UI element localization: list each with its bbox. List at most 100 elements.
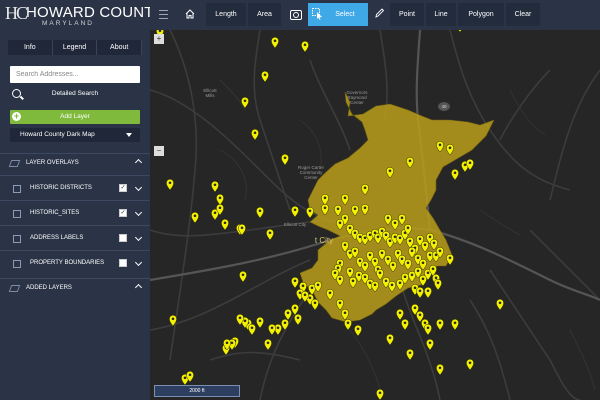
layer-checkbox[interactable]: ✓ (119, 184, 127, 192)
historic-site-marker[interactable] (451, 318, 459, 331)
historic-site-marker[interactable] (496, 298, 504, 311)
historic-site-marker[interactable] (268, 323, 276, 336)
map-label-town: t City (314, 236, 334, 245)
map-icon (13, 235, 21, 243)
historic-site-marker[interactable] (291, 205, 299, 218)
chevron-down-icon[interactable] (134, 208, 143, 217)
home-icon[interactable] (185, 9, 195, 19)
historic-site-marker[interactable] (191, 211, 199, 224)
zoom-in-button[interactable]: + (154, 34, 164, 44)
historic-site-marker[interactable] (406, 348, 414, 361)
layers-icon (8, 285, 21, 292)
historic-site-marker[interactable] (291, 276, 299, 289)
historic-site-marker[interactable] (434, 278, 442, 291)
menu-icon[interactable] (159, 10, 168, 19)
historic-site-marker[interactable] (344, 318, 352, 331)
caret-down-icon (126, 133, 132, 137)
chevron-down-icon[interactable] (134, 233, 143, 242)
historic-site-marker[interactable] (266, 228, 274, 241)
historic-site-marker[interactable] (456, 30, 463, 33)
toolbar: Length Area Select Point Line Polygon Cl… (150, 0, 600, 30)
line-tool-button[interactable]: Line (426, 3, 456, 26)
historic-site-marker[interactable] (436, 318, 444, 331)
polygon-tool-button[interactable]: Polygon (458, 3, 504, 26)
layer-label: HISTORIC_SITES (30, 210, 80, 216)
historic-site-marker[interactable] (284, 308, 292, 321)
layer-row-address-labels: ADDRESS LABELS (0, 225, 150, 250)
historic-site-marker[interactable] (306, 206, 314, 219)
tab-about[interactable]: About (97, 40, 143, 55)
chevron-down-icon[interactable] (134, 258, 143, 267)
historic-site-marker[interactable] (211, 180, 219, 193)
historic-site-marker[interactable] (239, 270, 247, 283)
map-canvas[interactable]: Ellicott Mills Governors Raymond Center … (150, 30, 600, 400)
tab-legend[interactable]: Legend (52, 40, 98, 55)
area-tool-button[interactable]: Area (248, 3, 281, 26)
historic-site-marker[interactable] (401, 318, 409, 331)
historic-site-marker[interactable] (221, 218, 229, 231)
chevron-down-icon[interactable] (134, 183, 143, 192)
historic-site-marker[interactable] (416, 286, 424, 299)
layer-row-historic-sites: HISTORIC_SITES ✓ (0, 200, 150, 225)
historic-site-marker[interactable] (248, 323, 256, 336)
historic-site-marker[interactable] (301, 40, 309, 53)
app-window: HC HOWARD COUNTY MARYLAND Info Legend Ab… (0, 0, 600, 400)
historic-site-marker[interactable] (216, 193, 224, 206)
historic-site-marker[interactable] (271, 36, 279, 49)
clear-button[interactable]: Clear (506, 3, 540, 26)
historic-site-marker[interactable] (311, 298, 319, 311)
pencil-icon[interactable] (374, 7, 384, 19)
historic-site-marker[interactable] (281, 153, 289, 166)
historic-site-marker[interactable] (424, 286, 432, 299)
select-cursor-icon (312, 8, 322, 20)
add-layer-button[interactable]: + Add Layer (10, 110, 140, 124)
historic-site-marker[interactable] (256, 206, 264, 219)
historic-site-marker[interactable] (396, 308, 404, 321)
historic-site-marker[interactable] (451, 168, 459, 181)
layer-label: HISTORIC DISTRICTS (30, 185, 92, 191)
historic-site-marker[interactable] (426, 338, 434, 351)
historic-site-marker[interactable] (256, 316, 264, 329)
detailed-search-row[interactable]: Detailed Search (10, 88, 140, 102)
historic-district-polygon[interactable] (299, 91, 495, 323)
historic-site-marker[interactable] (386, 333, 394, 346)
basemap-select[interactable]: Howard County Dark Map (10, 128, 140, 142)
select-tool-button[interactable]: Select (308, 3, 368, 26)
map-icon (13, 260, 21, 268)
map-layer (150, 30, 600, 400)
length-tool-button[interactable]: Length (206, 3, 246, 26)
map-icon (13, 185, 21, 193)
historic-site-marker[interactable] (376, 388, 384, 400)
added-layers-header[interactable]: ADDED LAYERS (0, 278, 150, 297)
historic-site-marker[interactable] (166, 178, 174, 191)
address-search-input[interactable] (10, 66, 140, 83)
historic-site-marker[interactable] (466, 358, 474, 371)
layers-icon (8, 160, 21, 167)
tab-info[interactable]: Info (8, 40, 53, 55)
layer-checkbox[interactable]: ✓ (119, 209, 127, 217)
layer-overlays-header[interactable]: LAYER OVERLAYS (0, 153, 150, 172)
historic-site-marker[interactable] (354, 324, 362, 337)
route-40-shield: 40 (438, 102, 450, 111)
historic-site-marker[interactable] (251, 128, 259, 141)
historic-site-marker[interactable] (424, 323, 432, 336)
plus-icon: + (12, 111, 21, 121)
detailed-search-link[interactable]: Detailed Search (10, 90, 140, 97)
historic-site-marker[interactable] (264, 338, 272, 351)
layer-checkbox[interactable] (119, 259, 127, 267)
sidebar: HC HOWARD COUNTY MARYLAND Info Legend Ab… (0, 0, 164, 400)
point-tool-button[interactable]: Point (390, 3, 424, 26)
historic-site-marker[interactable] (281, 318, 289, 331)
layer-checkbox[interactable] (119, 234, 127, 242)
historic-site-marker[interactable] (436, 363, 444, 376)
historic-site-marker[interactable] (294, 313, 302, 326)
zoom-out-button[interactable]: − (154, 146, 164, 156)
layer-row-property-boundaries: PROPERTY BOUNDARIES (0, 250, 150, 275)
map-label-governors-center: Governors Raymond Center (346, 90, 368, 105)
map-label-roger-carter: Roger Carter Community Center (298, 165, 325, 180)
logo: HC HOWARD COUNTY MARYLAND (0, 0, 164, 32)
historic-site-marker[interactable] (291, 303, 299, 316)
historic-site-marker[interactable] (261, 70, 269, 83)
chevron-up-icon (134, 283, 143, 292)
camera-icon[interactable] (290, 10, 302, 20)
